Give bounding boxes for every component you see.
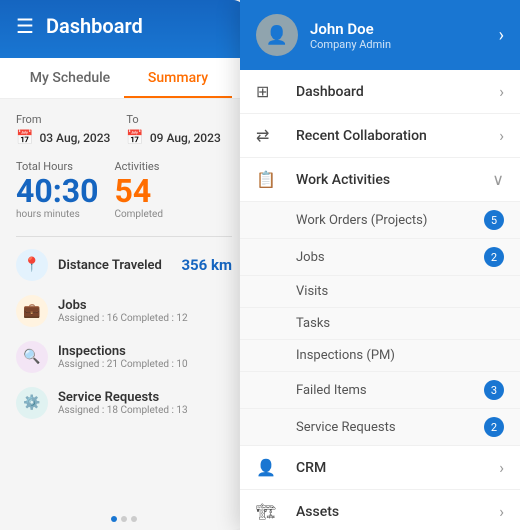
dashboard-label: Dashboard: [296, 84, 499, 100]
assets-icon: 🏗: [256, 502, 284, 521]
location-icon: 📍: [16, 249, 48, 281]
left-content: From 📅 03 Aug, 2023 To 📅 09 Aug, 2023 To…: [0, 99, 248, 529]
activities-value: 54: [114, 175, 163, 207]
tasks-label: Tasks: [296, 316, 504, 331]
menu-item-dashboard[interactable]: ⊞ Dashboard ›: [240, 70, 520, 114]
sub-item-inspections-pm[interactable]: Inspections (PM): [240, 340, 520, 372]
jobs-item: 💼 Jobs Assigned : 16 Completed : 12: [16, 295, 232, 327]
collab-icon: ⇄: [256, 126, 284, 145]
work-orders-label: Work Orders (Projects): [296, 213, 484, 228]
scroll-indicator: [111, 516, 137, 522]
service-label: Service Requests: [58, 390, 188, 405]
divider: [16, 236, 232, 237]
tab-my-schedule[interactable]: My Schedule: [16, 58, 124, 98]
service-requests-label: Service Requests: [296, 420, 484, 435]
work-orders-badge: 5: [484, 210, 504, 230]
work-activities-chevron-icon: ∨: [492, 170, 504, 189]
calendar-icon-2: 📅: [126, 130, 143, 146]
hours-value: 40:30: [16, 175, 98, 207]
page-title: Dashboard: [46, 14, 143, 38]
inspections-label: Inspections: [58, 344, 188, 359]
visits-label: Visits: [296, 284, 504, 299]
to-date-group: To 📅 09 Aug, 2023: [126, 113, 220, 146]
user-info: 👤 John Doe Company Admin: [256, 14, 391, 56]
failed-items-badge: 3: [484, 380, 504, 400]
sub-item-jobs[interactable]: Jobs 2: [240, 239, 520, 276]
service-requests-badge: 2: [484, 417, 504, 437]
dashboard-chevron-icon: ›: [499, 82, 504, 101]
service-requests-item: ⚙️ Service Requests Assigned : 18 Comple…: [16, 387, 232, 419]
sub-item-failed-items[interactable]: Failed Items 3: [240, 372, 520, 409]
user-name: John Doe: [310, 20, 391, 38]
avatar: 👤: [256, 14, 298, 56]
activities-group: Activities 54 Completed: [114, 160, 163, 220]
menu-item-recent-collab[interactable]: ⇄ Recent Collaboration ›: [240, 114, 520, 158]
failed-items-label: Failed Items: [296, 383, 484, 398]
menu-item-crm[interactable]: 👤 CRM ›: [240, 446, 520, 490]
crm-icon: 👤: [256, 458, 284, 477]
date-row: From 📅 03 Aug, 2023 To 📅 09 Aug, 2023: [16, 113, 232, 146]
stats-row: Total Hours 40:30 hours minutes Activiti…: [16, 160, 232, 220]
jobs-label: Jobs: [58, 298, 188, 313]
dot-1: [111, 516, 117, 522]
user-chevron-icon: ›: [499, 25, 504, 46]
dashboard-icon: ⊞: [256, 82, 284, 101]
jobs-sub: Assigned : 16 Completed : 12: [58, 313, 188, 324]
inspections-item: 🔍 Inspections Assigned : 21 Completed : …: [16, 341, 232, 373]
jobs-icon: 💼: [16, 295, 48, 327]
sub-item-visits[interactable]: Visits: [240, 276, 520, 308]
collab-label: Recent Collaboration: [296, 128, 499, 144]
crm-label: CRM: [296, 460, 499, 476]
activities-sub: Completed: [114, 209, 163, 220]
tab-summary[interactable]: Summary: [124, 58, 232, 98]
right-header[interactable]: 👤 John Doe Company Admin ›: [240, 0, 520, 70]
from-date-value: 📅 03 Aug, 2023: [16, 130, 110, 146]
dot-3: [131, 516, 137, 522]
service-icon: ⚙️: [16, 387, 48, 419]
work-activities-icon: 📋: [256, 170, 284, 189]
total-hours-group: Total Hours 40:30 hours minutes: [16, 160, 98, 220]
service-sub: Assigned : 18 Completed : 13: [58, 405, 188, 416]
to-label: To: [126, 113, 220, 126]
tabs-row: My Schedule Summary: [0, 58, 248, 99]
collab-chevron-icon: ›: [499, 126, 504, 145]
distance-item: 📍 Distance Traveled 356 km: [16, 249, 232, 281]
from-label: From: [16, 113, 110, 126]
user-role: Company Admin: [310, 38, 391, 51]
sub-item-tasks[interactable]: Tasks: [240, 308, 520, 340]
right-panel: 👤 John Doe Company Admin › ⊞ Dashboard ›…: [240, 0, 520, 530]
jobs-badge: 2: [484, 247, 504, 267]
left-panel: ☰ Dashboard My Schedule Summary From 📅 0…: [0, 0, 248, 530]
inspections-pm-label: Inspections (PM): [296, 348, 504, 363]
inspections-sub: Assigned : 21 Completed : 10: [58, 359, 188, 370]
hours-sub: hours minutes: [16, 209, 98, 220]
work-activities-submenu: Work Orders (Projects) 5 Jobs 2 Visits T…: [240, 202, 520, 446]
to-date: 09 Aug, 2023: [150, 131, 221, 145]
assets-chevron-icon: ›: [499, 502, 504, 521]
dot-2: [121, 516, 127, 522]
hamburger-icon[interactable]: ☰: [16, 14, 34, 38]
left-header: ☰ Dashboard: [0, 0, 248, 58]
sub-item-work-orders[interactable]: Work Orders (Projects) 5: [240, 202, 520, 239]
jobs-sub-label: Jobs: [296, 250, 484, 265]
to-date-value: 📅 09 Aug, 2023: [126, 130, 220, 146]
from-date-group: From 📅 03 Aug, 2023: [16, 113, 110, 146]
crm-chevron-icon: ›: [499, 458, 504, 477]
distance-label: Distance Traveled: [58, 258, 162, 273]
sub-item-service-requests[interactable]: Service Requests 2: [240, 409, 520, 446]
menu-item-assets[interactable]: 🏗 Assets ›: [240, 490, 520, 530]
assets-label: Assets: [296, 504, 499, 520]
inspections-icon: 🔍: [16, 341, 48, 373]
from-date: 03 Aug, 2023: [39, 131, 110, 145]
menu-item-work-activities[interactable]: 📋 Work Activities ∨: [240, 158, 520, 202]
calendar-icon: 📅: [16, 130, 33, 146]
work-activities-label: Work Activities: [296, 172, 492, 188]
distance-value: 356 km: [181, 256, 232, 274]
